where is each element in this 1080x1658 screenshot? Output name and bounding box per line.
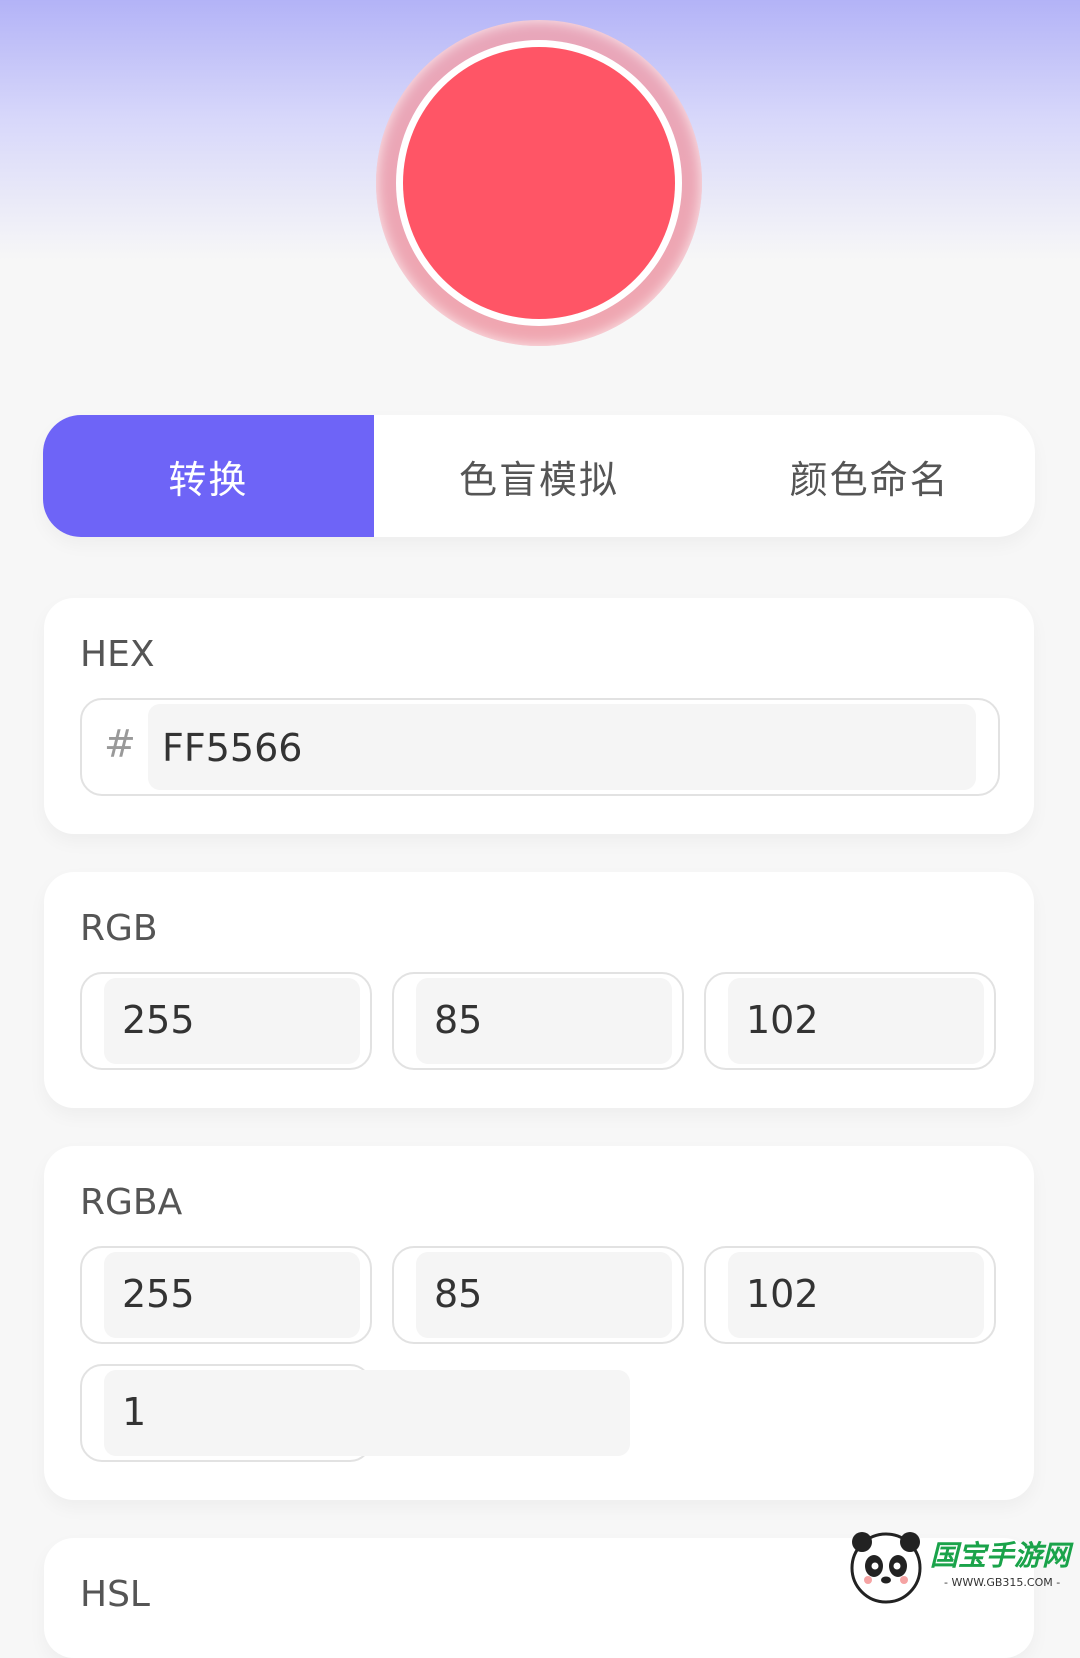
color-preview bbox=[403, 47, 675, 319]
rgba-r-value: 255 bbox=[122, 1272, 195, 1316]
rgb-g-field[interactable]: 85 bbox=[392, 972, 684, 1070]
rgb-r-value: 255 bbox=[122, 998, 195, 1042]
tab-convert[interactable]: 转换 bbox=[43, 415, 374, 537]
tab-color-naming[interactable]: 颜色命名 bbox=[704, 415, 1035, 537]
hex-input[interactable]: FF5566 bbox=[148, 704, 976, 790]
rgba-card: RGBA 255 85 102 1 bbox=[44, 1146, 1034, 1500]
rgba-g-field[interactable]: 85 bbox=[392, 1246, 684, 1344]
watermark-logo: 国宝手游网 - WWW.GB315.COM - bbox=[848, 1528, 1070, 1608]
watermark-url: - WWW.GB315.COM - bbox=[944, 1576, 1061, 1589]
rgba-a-field[interactable]: 1 bbox=[80, 1364, 630, 1462]
rgba-title: RGBA bbox=[80, 1182, 183, 1223]
rgba-b-field[interactable]: 102 bbox=[704, 1246, 996, 1344]
rgb-r-field[interactable]: 255 bbox=[80, 972, 372, 1070]
tab-colorblind-simulation[interactable]: 色盲模拟 bbox=[374, 415, 705, 537]
rgba-g-value: 85 bbox=[434, 1272, 483, 1316]
hex-field[interactable]: # FF5566 bbox=[80, 698, 1000, 796]
watermark-name: 国宝手游网 bbox=[930, 1539, 1071, 1572]
hash-prefix: # bbox=[104, 722, 136, 766]
color-swatch[interactable] bbox=[376, 20, 702, 346]
rgb-g-value: 85 bbox=[434, 998, 483, 1042]
panda-icon bbox=[850, 1532, 922, 1604]
rgb-card: RGB 255 85 102 bbox=[44, 872, 1034, 1108]
rgba-r-field[interactable]: 255 bbox=[80, 1246, 372, 1344]
hex-value: FF5566 bbox=[162, 726, 303, 770]
rgba-b-value: 102 bbox=[746, 1272, 819, 1316]
rgb-b-field[interactable]: 102 bbox=[704, 972, 996, 1070]
rgb-b-value: 102 bbox=[746, 998, 819, 1042]
tab-bar: 转换 色盲模拟 颜色命名 bbox=[43, 415, 1035, 537]
hex-title: HEX bbox=[80, 634, 155, 675]
rgb-title: RGB bbox=[80, 908, 158, 949]
hex-card: HEX # FF5566 bbox=[44, 598, 1034, 834]
hsl-title: HSL bbox=[80, 1574, 150, 1615]
rgba-a-value: 1 bbox=[122, 1390, 147, 1434]
